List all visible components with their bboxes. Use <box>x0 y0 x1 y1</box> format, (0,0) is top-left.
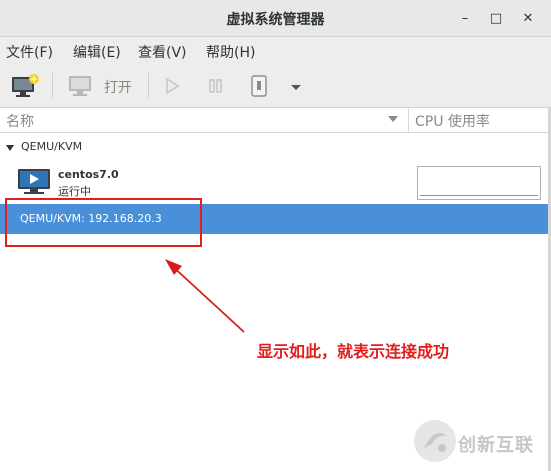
toolbar: 打开 <box>0 65 551 108</box>
sort-arrow-icon[interactable] <box>388 116 398 122</box>
column-cpu-header[interactable]: CPU 使用率 <box>415 111 490 131</box>
chevron-down-icon <box>291 85 301 90</box>
maximize-button[interactable]: □ <box>486 8 506 28</box>
watermark-logo-icon <box>414 420 456 462</box>
watermark-text: 创新互联 <box>458 435 534 456</box>
title-bar: 虚拟系统管理器 – □ ✕ <box>0 0 551 37</box>
open-label: 打开 <box>104 80 132 96</box>
vm-running-icon <box>18 169 50 194</box>
column-name-header[interactable]: 名称 <box>6 111 34 131</box>
new-vm-icon <box>12 74 39 97</box>
vm-name: centos7.0 <box>58 168 119 181</box>
menu-bar: 文件(F) 编辑(E) 查看(V) 帮助(H) <box>0 37 551 65</box>
power-icon <box>251 75 267 97</box>
toolbar-separator <box>148 73 149 99</box>
cpu-usage-line <box>420 195 538 196</box>
monitor-icon <box>69 76 91 96</box>
pause-button[interactable] <box>206 76 226 96</box>
run-button[interactable] <box>162 76 182 96</box>
close-button[interactable]: ✕ <box>518 8 538 28</box>
shutdown-dropdown-button[interactable] <box>286 79 306 93</box>
menu-help[interactable]: 帮助(H) <box>206 42 255 62</box>
minimize-button[interactable]: – <box>455 8 475 28</box>
pause-icon <box>209 79 222 93</box>
vm-status: 运行中 <box>58 185 91 198</box>
shutdown-button[interactable] <box>248 74 270 98</box>
watermark: 创新互联 <box>414 420 551 464</box>
column-divider[interactable] <box>408 108 409 132</box>
new-vm-button[interactable] <box>10 73 40 99</box>
cpu-usage-graph <box>417 166 541 200</box>
play-icon <box>166 77 180 95</box>
open-console-button[interactable]: 打开 <box>68 73 138 99</box>
menu-file[interactable]: 文件(F) <box>6 42 53 62</box>
expander-arrow-icon[interactable] <box>6 145 14 151</box>
highlight-box <box>5 198 202 247</box>
menu-edit[interactable]: 编辑(E) <box>73 42 121 62</box>
annotation-text: 显示如此，就表示连接成功 <box>257 342 450 361</box>
column-header: 名称 CPU 使用率 <box>0 108 551 133</box>
menu-view[interactable]: 查看(V) <box>138 42 187 62</box>
connection-qemu-kvm[interactable]: QEMU/KVM <box>21 140 82 153</box>
toolbar-separator <box>52 73 53 99</box>
